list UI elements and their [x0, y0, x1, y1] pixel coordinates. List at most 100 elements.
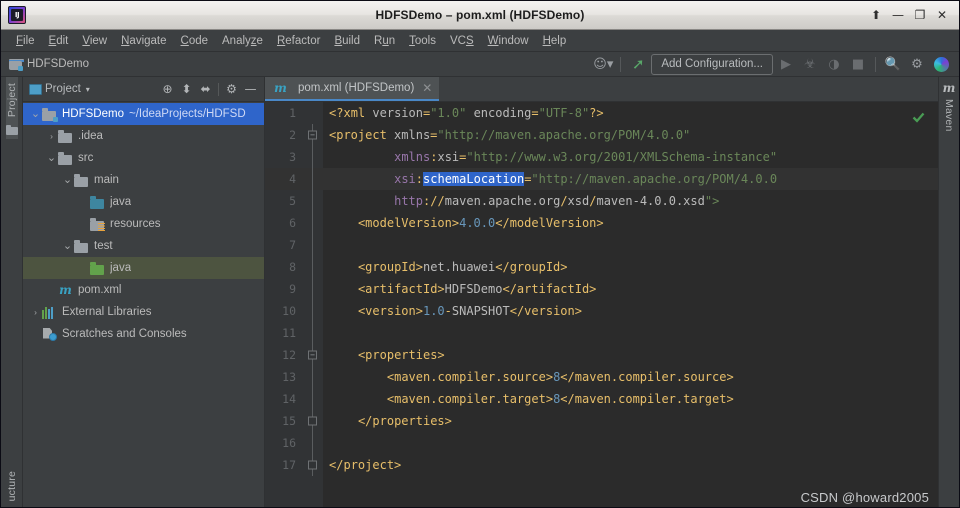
build-hammer-icon[interactable]: ➚: [627, 53, 649, 75]
gutter-line-1[interactable]: 1: [265, 102, 323, 124]
debug-icon[interactable]: ☣: [799, 53, 821, 75]
gutter-line-14[interactable]: 14: [265, 388, 323, 410]
code-line-10[interactable]: <version>1.0-SNAPSHOT</version>: [323, 300, 938, 322]
tree-item-main[interactable]: ⌄ main: [23, 169, 264, 191]
gutter-line-11[interactable]: 11: [265, 322, 323, 344]
code-line-8[interactable]: <groupId>net.huawei</groupId>: [323, 256, 938, 278]
menu-item-refactor[interactable]: Refactor: [270, 33, 327, 49]
menu-item-run[interactable]: Run: [367, 33, 402, 49]
tree-item-src[interactable]: ⌄ src: [23, 147, 264, 169]
menu-item-edit[interactable]: Edit: [42, 33, 76, 49]
code-line-3[interactable]: xmlns:xsi="http://www.w3.org/2001/XMLSch…: [323, 146, 938, 168]
expand-all-icon[interactable]: ⬍: [177, 79, 196, 99]
chevron-right-icon[interactable]: ›: [29, 307, 42, 317]
code-editor[interactable]: 1−2 3 4 5 6 7 8 9 10 11−12 13 14 15 16 17 <?xml versio…: [265, 102, 938, 507]
select-opened-file-icon[interactable]: ⊕: [158, 79, 177, 99]
menu-item-file[interactable]: File: [9, 33, 42, 49]
breadcrumb[interactable]: HDFSDemo: [9, 58, 89, 71]
chevron-down-icon[interactable]: ⌄: [45, 153, 58, 164]
ide-features-icon[interactable]: [930, 53, 952, 75]
tree-item-java[interactable]: java: [23, 257, 264, 279]
menu-item-window[interactable]: Window: [481, 33, 536, 49]
code-line-16[interactable]: [323, 432, 938, 454]
gutter-line-7[interactable]: 7: [265, 234, 323, 256]
menu-item-help[interactable]: Help: [536, 33, 574, 49]
tree-item-java[interactable]: java: [23, 191, 264, 213]
gutter-line-16[interactable]: 16: [265, 432, 323, 454]
run-icon[interactable]: ▶: [775, 53, 797, 75]
gutter-line-2[interactable]: −2: [265, 124, 323, 146]
maximize-button[interactable]: ❐: [909, 5, 931, 25]
inspection-ok-check-icon[interactable]: [912, 112, 925, 123]
menu-item-tools[interactable]: Tools: [402, 33, 443, 49]
tab-pom-xml[interactable]: m pom.xml (HDFSDemo) ✕: [265, 77, 440, 101]
settings-gear-icon[interactable]: ⚙: [906, 53, 928, 75]
close-icon[interactable]: ✕: [422, 81, 432, 95]
chevron-down-icon[interactable]: ▾: [86, 85, 90, 94]
gutter-line-17[interactable]: 17: [265, 454, 323, 476]
tree-item-pom-xml[interactable]: m pom.xml: [23, 279, 264, 301]
gutter-line-13[interactable]: 13: [265, 366, 323, 388]
close-button[interactable]: ✕: [931, 5, 953, 25]
fold-end-icon[interactable]: [308, 460, 317, 470]
gutter-line-8[interactable]: 8: [265, 256, 323, 278]
collapse-folder-icon[interactable]: [5, 125, 18, 136]
menu-item-view[interactable]: View: [75, 33, 114, 49]
gutter-line-10[interactable]: 10: [265, 300, 323, 322]
menu-item-vcs[interactable]: VCS: [443, 33, 481, 49]
code-line-17[interactable]: </project>: [323, 454, 938, 476]
run-coverage-icon[interactable]: ◑: [823, 53, 845, 75]
rollup-button[interactable]: ⬆: [865, 5, 887, 25]
gutter-line-6[interactable]: 6: [265, 212, 323, 234]
hide-panel-icon[interactable]: —: [241, 79, 260, 99]
add-configuration-button[interactable]: Add Configuration...: [651, 53, 773, 75]
tree-item-idea[interactable]: › .idea: [23, 125, 264, 147]
minimize-button[interactable]: —: [887, 5, 909, 25]
chevron-down-icon[interactable]: ⌄: [29, 109, 42, 120]
stripe-tab-project[interactable]: Project: [5, 77, 18, 124]
code-line-7[interactable]: [323, 234, 938, 256]
gutter-line-15[interactable]: 15: [265, 410, 323, 432]
fold-collapse-icon[interactable]: −: [308, 130, 317, 140]
code-line-13[interactable]: <maven.compiler.source>8</maven.compiler…: [323, 366, 938, 388]
collapse-all-icon[interactable]: ⬌: [196, 79, 215, 99]
gutter-line-4[interactable]: 4: [265, 168, 344, 190]
stripe-tab-maven[interactable]: Maven: [943, 99, 955, 132]
tree-item-scratches-and-consoles[interactable]: Scratches and Consoles: [23, 323, 264, 345]
menu-item-code[interactable]: Code: [174, 33, 216, 49]
code-line-9[interactable]: <artifactId>HDFSDemo</artifactId>: [323, 278, 938, 300]
code-line-4[interactable]: xsi:schemaLocation="http://maven.apache.…: [323, 168, 938, 190]
search-everywhere-icon[interactable]: 🔍: [882, 53, 904, 75]
code-line-6[interactable]: <modelVersion>4.0.0</modelVersion>: [323, 212, 938, 234]
tree-item-hdfsdemo[interactable]: ⌄ HDFSDemo ~/IdeaProjects/HDFSD: [23, 103, 264, 125]
fold-collapse-icon[interactable]: −: [308, 350, 317, 360]
code-line-14[interactable]: <maven.compiler.target>8</maven.compiler…: [323, 388, 938, 410]
gutter-line-9[interactable]: 9: [265, 278, 323, 300]
chevron-right-icon[interactable]: ›: [45, 131, 58, 141]
menu-item-navigate[interactable]: Navigate: [114, 33, 173, 49]
editor-gutter[interactable]: 1−2 3 4 5 6 7 8 9 10 11−12 13 14 15 16 17: [265, 102, 344, 507]
menu-item-analyze[interactable]: Analyze: [215, 33, 270, 49]
chevron-down-icon[interactable]: ⌄: [61, 175, 74, 186]
gutter-line-12[interactable]: − 12: [265, 344, 323, 366]
folder-icon: [74, 239, 89, 253]
code-line-1[interactable]: <?xml version="1.0" encoding="UTF-8"?>: [323, 102, 938, 124]
code-content[interactable]: <?xml version="1.0" encoding="UTF-8"?> <p…: [323, 102, 938, 507]
menu-item-build[interactable]: Build: [327, 33, 367, 49]
stop-icon[interactable]: ■: [847, 53, 869, 75]
code-line-2[interactable]: <project xmlns="http://maven.apache.org/…: [323, 124, 938, 146]
tree-item-external-libraries[interactable]: › External Libraries: [23, 301, 264, 323]
gutter-line-5[interactable]: 5: [265, 190, 323, 212]
tree-item-resources[interactable]: resources: [23, 213, 264, 235]
panel-settings-gear-icon[interactable]: ⚙: [222, 79, 241, 99]
code-line-5[interactable]: http://maven.apache.org/xsd/maven-4.0.0.…: [323, 190, 938, 212]
gutter-line-3[interactable]: 3: [265, 146, 323, 168]
tree-item-test[interactable]: ⌄ test: [23, 235, 264, 257]
user-settings-icon[interactable]: ☺▾: [592, 53, 614, 75]
stripe-tab-structure[interactable]: ucture: [6, 465, 18, 507]
chevron-down-icon[interactable]: ⌄: [61, 241, 74, 252]
code-line-11[interactable]: [323, 322, 938, 344]
fold-end-icon[interactable]: [308, 416, 317, 426]
code-line-15[interactable]: </properties>: [323, 410, 938, 432]
code-line-12[interactable]: <properties>: [323, 344, 938, 366]
